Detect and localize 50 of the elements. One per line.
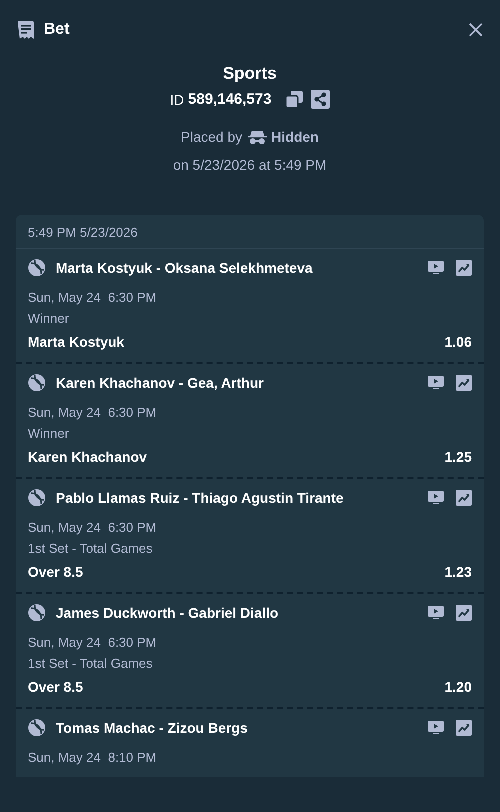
bet-id: 589,146,573 — [188, 91, 272, 108]
incognito-icon — [248, 130, 267, 144]
selection-name: Over 8.5 — [28, 564, 84, 580]
market-name: 1st Set - Total Games — [28, 656, 154, 671]
match-title: Tomas Machac - Zizou Bergs — [56, 720, 249, 736]
match-start-time: Sun, May 24 6:30 PM — [28, 405, 158, 420]
stats-button[interactable] — [456, 260, 472, 276]
placed-by-user: Hidden — [272, 129, 319, 145]
odds-value: 1.20 — [444, 679, 472, 695]
selection-name: Marta Kostyuk — [28, 334, 124, 350]
live-stream-button[interactable] — [428, 491, 444, 505]
share-button[interactable] — [310, 90, 330, 109]
market-name: Winner — [28, 426, 70, 441]
tennis-ball-icon — [28, 489, 46, 507]
match-start-time: Sun, May 24 6:30 PM — [28, 520, 158, 535]
window-title: Bet — [44, 21, 70, 39]
stats-button[interactable] — [456, 490, 472, 506]
tennis-ball-icon — [28, 719, 46, 737]
bet-category: Sports — [223, 64, 277, 84]
match-title: James Duckworth - Gabriel Diallo — [56, 605, 280, 621]
odds-value: 1.23 — [444, 564, 472, 580]
market-name: 1st Set - Total Games — [28, 541, 154, 556]
match-start-time: Sun, May 24 6:30 PM — [28, 290, 158, 305]
match-start-time: Sun, May 24 6:30 PM — [28, 635, 158, 650]
match-title: Karen Khachanov - Gea, Arthur — [56, 375, 265, 391]
live-stream-button[interactable] — [428, 606, 444, 620]
id-label: ID — [170, 92, 184, 108]
live-stream-button[interactable] — [428, 721, 444, 735]
live-stream-button[interactable] — [428, 261, 444, 275]
odds-value: 1.06 — [444, 334, 472, 350]
match-title: Marta Kostyuk - Oksana Selekhmeteva — [56, 260, 314, 276]
match-title: Pablo Llamas Ruiz - Thiago Agustin Tirante — [56, 490, 345, 506]
copy-button[interactable] — [286, 91, 303, 108]
tennis-ball-icon — [28, 259, 46, 277]
receipt-icon — [17, 20, 35, 40]
tennis-ball-icon — [28, 374, 46, 392]
live-stream-button[interactable] — [428, 376, 444, 390]
odds-value: 1.25 — [444, 449, 472, 465]
selection-name: Over 8.5 — [28, 679, 84, 695]
stats-button[interactable] — [456, 720, 472, 736]
selection-name: Karen Khachanov — [28, 449, 148, 465]
stats-button[interactable] — [456, 605, 472, 621]
placed-by-label: Placed by — [181, 129, 243, 145]
stats-button[interactable] — [456, 375, 472, 391]
tennis-ball-icon — [28, 604, 46, 622]
placed-date: on 5/23/2026 at 5:49 PM — [173, 157, 327, 173]
market-name: Winner — [28, 311, 70, 326]
match-start-time: Sun, May 24 8:10 PM — [28, 750, 158, 765]
slip-timestamp: 5:49 PM 5/23/2026 — [16, 215, 484, 249]
close-button[interactable] — [468, 22, 484, 38]
